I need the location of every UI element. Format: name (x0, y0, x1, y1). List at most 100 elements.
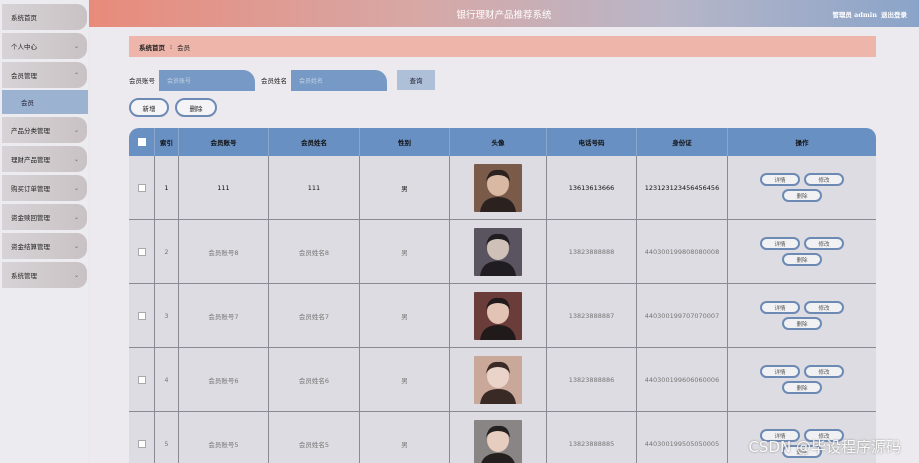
sidebar-item-label: 会员管理 (11, 72, 37, 80)
query-button[interactable]: 查询 (397, 70, 435, 90)
cell-gender: 男 (360, 348, 450, 411)
delete-button[interactable]: 删除 (782, 381, 822, 394)
cell-name: 111 (269, 156, 360, 219)
cell-avatar (450, 412, 547, 463)
sidebar-item-label: 个人中心 (11, 43, 37, 51)
cell-avatar (450, 348, 547, 411)
select-all-checkbox[interactable] (137, 138, 146, 146)
account-search-input[interactable]: 会员账号 (159, 69, 255, 91)
row-checkbox[interactable] (137, 375, 146, 384)
cell-account: 会员账号7 (179, 284, 269, 347)
sidebar-item-redemption[interactable]: 资金赎回管理 ⌄ (2, 204, 87, 230)
edit-button[interactable]: 修改 (804, 365, 844, 378)
detail-button[interactable]: 详情 (760, 173, 800, 186)
sidebar-item-product-category[interactable]: 产品分类管理 ⌄ (2, 117, 87, 143)
sidebar-item-members[interactable]: 会员管理 ⌃ (2, 62, 87, 88)
logout-link[interactable]: 退出登录 (881, 11, 907, 19)
header-avatar: 头像 (450, 128, 547, 156)
bulk-delete-button[interactable]: 删除 (175, 98, 217, 117)
breadcrumb-home[interactable]: 系统首页 (139, 42, 165, 52)
chevron-down-icon: ⌄ (73, 155, 79, 163)
edit-button[interactable]: 修改 (804, 173, 844, 186)
app-title: 银行理财产品推荐系统 (456, 9, 552, 21)
header-gender: 性别 (360, 128, 450, 156)
breadcrumb-current: 会员 (177, 43, 191, 52)
cell-gender: 男 (360, 220, 450, 283)
detail-button[interactable]: 详情 (760, 301, 800, 314)
table-row: 1 111 111 男 13613613666 1231231234564564… (129, 156, 876, 220)
cell-gender: 男 (360, 156, 450, 219)
sidebar-item-settlement[interactable]: 资金结算管理 ⌄ (2, 233, 87, 259)
detail-button[interactable]: 详情 (760, 237, 800, 250)
toolbar: 新增 删除 (129, 98, 217, 117)
cell-avatar (450, 220, 547, 283)
sidebar: 系统首页 个人中心 ⌄ 会员管理 ⌃ 会员 产品分类管理 ⌄ 理财产品管理 ⌄ 购买订单… (0, 0, 88, 463)
delete-button[interactable]: 删除 (782, 189, 822, 202)
user-area: 管理员 admin 退出登录 (828, 9, 907, 19)
avatar-image (474, 163, 522, 212)
user-label: 管理员 admin (832, 11, 877, 19)
avatar-image (474, 227, 522, 276)
table-row: 4 会员账号6 会员姓名6 男 13823888886 440300199606… (129, 348, 876, 412)
avatar-image (474, 291, 522, 340)
cell-name: 会员姓名6 (269, 348, 360, 411)
member-table: 索引 会员账号 会员姓名 性别 头像 电话号码 身份证 操作 1 111 111… (129, 128, 876, 463)
chevron-down-icon: ⌄ (73, 184, 79, 192)
chevron-down-icon: ⌄ (73, 213, 79, 221)
delete-button[interactable]: 删除 (782, 317, 822, 330)
cell-id-card: 440300199606060006 (637, 348, 728, 411)
top-header: 银行理财产品推荐系统 管理员 admin 退出登录 (89, 0, 919, 27)
sidebar-item-profile[interactable]: 个人中心 ⌄ (2, 33, 87, 59)
detail-button[interactable]: 详情 (760, 365, 800, 378)
cell-avatar (450, 284, 547, 347)
avatar-image (474, 355, 522, 404)
sidebar-item-label: 系统管理 (11, 272, 37, 280)
chevron-down-icon: ⌄ (73, 42, 79, 50)
sidebar-item-label: 理财产品管理 (11, 156, 50, 164)
breadcrumb-separator: ⁝ (170, 42, 173, 51)
sidebar-item-system[interactable]: 系统管理 ⌄ (2, 262, 87, 288)
sidebar-item-home[interactable]: 系统首页 (2, 4, 87, 30)
cell-actions: 详情 修改 删除 (728, 348, 876, 411)
row-checkbox-cell (129, 220, 155, 283)
table-body: 1 111 111 男 13613613666 1231231234564564… (129, 156, 876, 463)
edit-button[interactable]: 修改 (804, 301, 844, 314)
sidebar-subitem-label: 会员 (21, 99, 34, 107)
row-checkbox[interactable] (137, 439, 146, 448)
cell-name: 会员姓名7 (269, 284, 360, 347)
row-checkbox[interactable] (137, 311, 146, 320)
cell-gender: 男 (360, 284, 450, 347)
table-row: 3 会员账号7 会员姓名7 男 13823888887 440300199707… (129, 284, 876, 348)
row-checkbox-cell (129, 348, 155, 411)
table-header: 索引 会员账号 会员姓名 性别 头像 电话号码 身份证 操作 (129, 128, 876, 156)
watermark: CSDN @毕设程序源码 (748, 438, 901, 456)
name-search-input[interactable]: 会员姓名 (291, 69, 387, 91)
add-button[interactable]: 新增 (129, 98, 169, 117)
sidebar-item-products[interactable]: 理财产品管理 ⌄ (2, 146, 87, 172)
cell-account: 111 (179, 156, 269, 219)
chevron-up-icon: ⌃ (73, 71, 79, 79)
cell-avatar (450, 156, 547, 219)
cell-name: 会员姓名5 (269, 412, 360, 463)
row-checkbox[interactable] (137, 247, 146, 256)
header-id-card: 身份证 (637, 128, 728, 156)
cell-index: 4 (155, 348, 179, 411)
delete-button[interactable]: 删除 (782, 253, 822, 266)
cell-index: 3 (155, 284, 179, 347)
sidebar-item-label: 资金结算管理 (11, 243, 50, 251)
row-checkbox[interactable] (137, 183, 146, 192)
cell-name: 会员姓名8 (269, 220, 360, 283)
breadcrumb: 系统首页 ⁝ 会员 (129, 36, 876, 57)
sidebar-item-label: 产品分类管理 (11, 127, 50, 135)
search-bar: 会员账号 会员账号 会员姓名 会员姓名 查询 (129, 69, 435, 91)
cell-account: 会员账号5 (179, 412, 269, 463)
cell-phone: 13823888885 (547, 412, 637, 463)
account-label: 会员账号 (129, 77, 155, 85)
sidebar-subitem-member[interactable]: 会员 (2, 90, 88, 114)
row-checkbox-cell (129, 284, 155, 347)
name-label: 会员姓名 (261, 77, 287, 85)
sidebar-item-orders[interactable]: 购买订单管理 ⌄ (2, 175, 87, 201)
chevron-down-icon: ⌄ (73, 271, 79, 279)
edit-button[interactable]: 修改 (804, 237, 844, 250)
cell-actions: 详情 修改 删除 (728, 284, 876, 347)
